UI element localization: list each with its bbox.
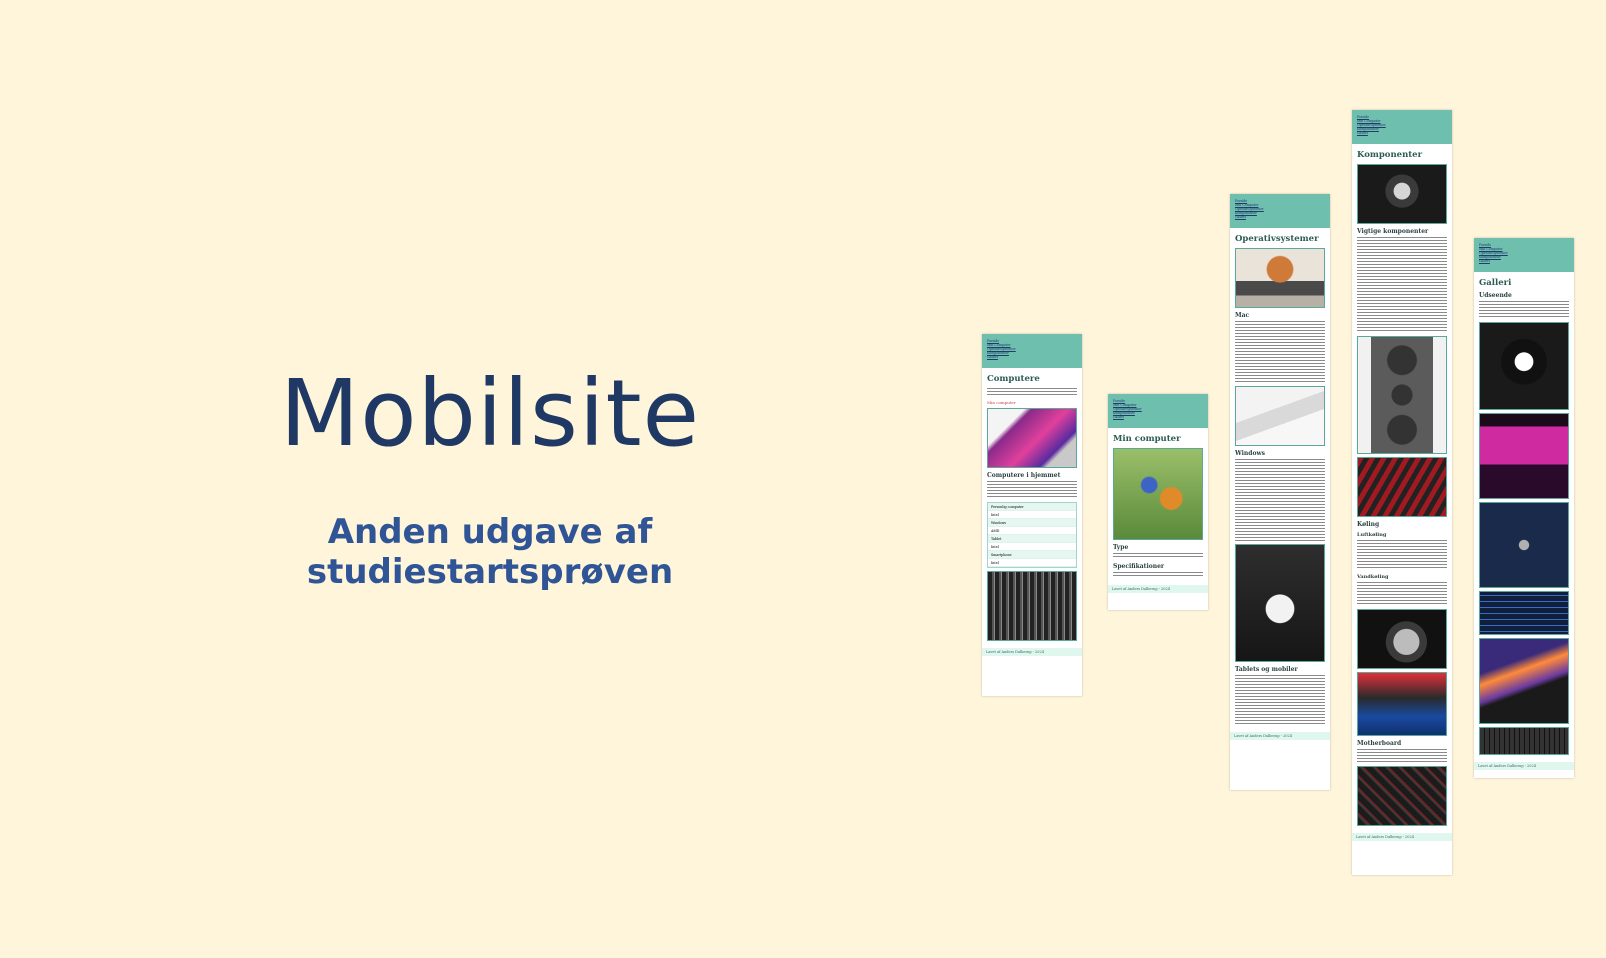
section-heading: Mac: [1235, 312, 1250, 319]
gallery-image: [1479, 638, 1569, 724]
mockup-computere: Forside Min Computer Operativsystemer Ko…: [982, 334, 1082, 696]
page-title: Galleri: [1479, 278, 1512, 288]
paragraph: [1357, 540, 1447, 570]
paragraph: [1235, 459, 1325, 541]
table-cell: AMD: [988, 527, 1076, 535]
paragraph: [1479, 301, 1569, 319]
paragraph: [1113, 572, 1203, 578]
paragraph: [1113, 553, 1203, 559]
nav-menu: Forside Min Computer Operativsystemer Ko…: [1230, 194, 1330, 228]
link[interactable]: Min computer: [987, 400, 1077, 405]
section-heading: Windows: [1235, 450, 1266, 457]
footer: Lavet af Anders Dalberup - 2024: [1352, 833, 1452, 841]
nav-item[interactable]: Galleri: [1357, 131, 1448, 135]
mockup-min-computer: Forside Min Computer Operativsystemer Ko…: [1108, 394, 1208, 610]
gallery-image: [1479, 322, 1569, 410]
hdd-image: [1357, 609, 1447, 669]
footer: Lavet af Anders Dalberup - 2024: [982, 648, 1082, 656]
paragraph: [1235, 321, 1325, 383]
section-heading: Type: [1113, 544, 1129, 551]
table-cell: Intel: [988, 543, 1076, 551]
paragraph: [1357, 749, 1447, 763]
table-cell: Windows: [988, 519, 1076, 527]
gpu-image: [1357, 336, 1447, 454]
nav-menu: Forside Min Computer Operativsystemer Ko…: [982, 334, 1082, 368]
server-image: [987, 571, 1077, 641]
cooling-image: [1357, 672, 1447, 736]
section-heading: Køling: [1357, 521, 1380, 528]
laptop-image: [987, 408, 1077, 468]
paragraph: [987, 481, 1077, 499]
nav-menu: Forside Min Computer Operativsystemer Ko…: [1352, 110, 1452, 144]
section-heading: Tablets og mobiler: [1235, 666, 1298, 673]
nav-item[interactable]: Galleri: [1235, 215, 1326, 219]
table-cell: Intel: [988, 511, 1076, 519]
mockup-komponenter: Forside Min Computer Operativsystemer Ko…: [1352, 110, 1452, 875]
nav-item[interactable]: Galleri: [1113, 415, 1204, 419]
dog-laptop-image: [1235, 248, 1325, 308]
motherboard-image: [1357, 766, 1447, 826]
section-heading: Computere i hjemmet: [987, 472, 1061, 479]
page-title: Komponenter: [1357, 150, 1423, 160]
page-title: Min computer: [1113, 434, 1181, 444]
paragraph: [1235, 675, 1325, 725]
section-heading: Specifikationer: [1113, 563, 1165, 570]
subsection-heading: Luftkøling: [1357, 532, 1387, 538]
page-title: Operativsystemer: [1235, 234, 1319, 244]
nav-menu: Forside Min Computer Operativsystemer Ko…: [1474, 238, 1574, 272]
section-heading: Vigtige komponenter: [1357, 228, 1429, 235]
table-cell: Personlig computer: [988, 503, 1076, 511]
footer: Lavet af Anders Dalberup - 2024: [1108, 585, 1208, 593]
gallery-image: [1479, 502, 1569, 588]
tablet-image: [1235, 544, 1325, 662]
footer: Lavet af Anders Dalberup - 2024: [1230, 732, 1330, 740]
mac-image: [1235, 386, 1325, 446]
table-cell: Tablet: [988, 535, 1076, 543]
gallery-image: [1479, 591, 1569, 635]
data-table: Personlig computer Intel Windows AMD Tab…: [987, 502, 1077, 568]
section-heading: Udseende: [1479, 292, 1512, 299]
nav-menu: Forside Min Computer Operativsystemer Ko…: [1108, 394, 1208, 428]
footer: Lavet af Anders Dalberup - 2024: [1474, 762, 1574, 770]
subsection-heading: Vandkøling: [1357, 574, 1389, 580]
gallery-image: [1479, 727, 1569, 755]
slide-subtitle: Anden udgave af studiestartsprøven: [306, 512, 674, 592]
mockup-galleri: Forside Min Computer Operativsystemer Ko…: [1474, 238, 1574, 778]
section-heading: Motherboard: [1357, 740, 1402, 747]
slide-title: Mobilsite: [279, 360, 701, 467]
table-cell: Smartphone: [988, 551, 1076, 559]
ram-image: [1357, 457, 1447, 517]
page-title: Computere: [987, 374, 1040, 384]
nav-item[interactable]: Galleri: [1479, 259, 1570, 263]
flower-image: [1113, 448, 1203, 540]
cpu-image: [1357, 164, 1447, 224]
paragraph: [987, 388, 1077, 397]
gallery-image: [1479, 413, 1569, 499]
table-cell: Intel: [988, 559, 1076, 567]
nav-item[interactable]: Galleri: [987, 355, 1078, 359]
mockup-operativsystemer: Forside Min Computer Operativsystemer Ko…: [1230, 194, 1330, 790]
paragraph: [1357, 237, 1447, 333]
paragraph: [1357, 582, 1447, 606]
